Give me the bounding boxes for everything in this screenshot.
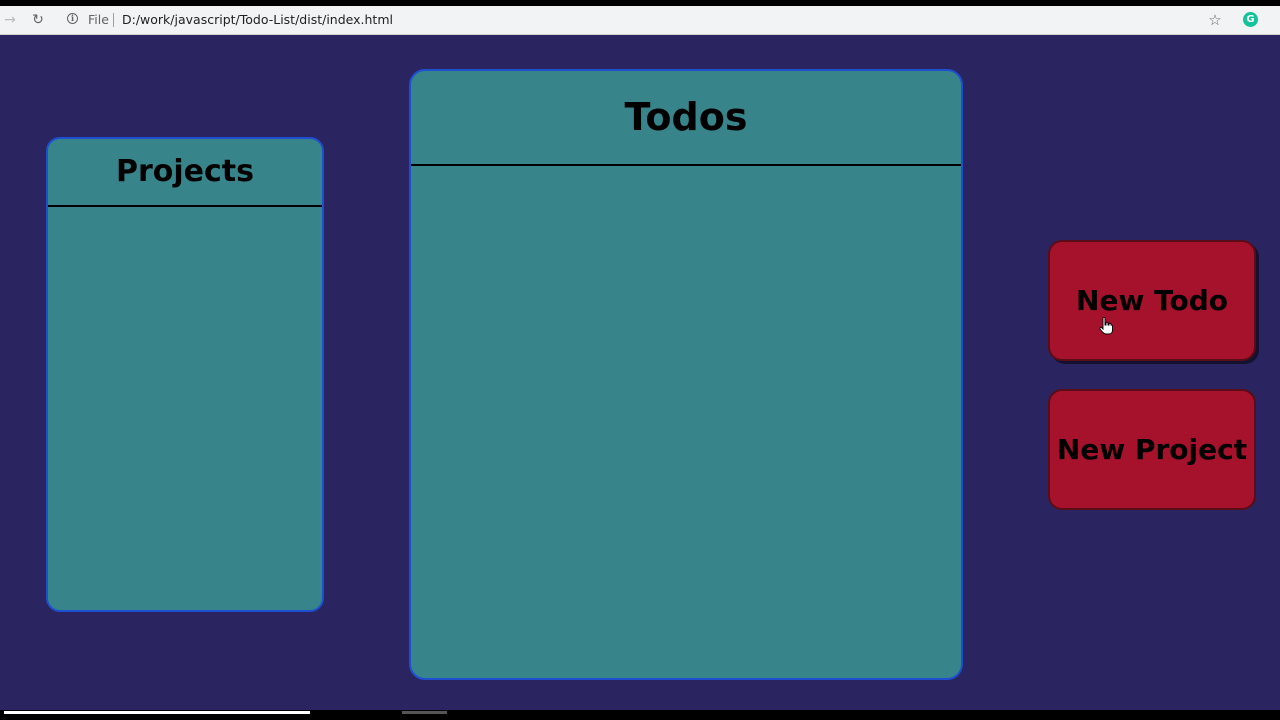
new-project-button[interactable]: New Project bbox=[1048, 389, 1256, 510]
screen: → ↻ i File D:/work/javascript/Todo-List/… bbox=[0, 0, 1280, 720]
browser-toolbar: → ↻ i File D:/work/javascript/Todo-List/… bbox=[0, 6, 1280, 35]
projects-title: Projects bbox=[48, 139, 322, 207]
info-icon[interactable]: i bbox=[67, 13, 78, 24]
address-separator bbox=[113, 13, 114, 27]
bookmark-star-icon[interactable]: ☆ bbox=[1205, 6, 1225, 34]
hand-cursor-icon bbox=[1099, 317, 1113, 335]
projects-list bbox=[48, 207, 322, 610]
video-buffer-bar bbox=[402, 711, 447, 714]
scheme-label: File bbox=[88, 12, 109, 27]
forward-icon[interactable]: → bbox=[2, 6, 18, 34]
grammarly-extension-icon[interactable]: G bbox=[1243, 12, 1258, 27]
video-progress-bar[interactable] bbox=[4, 711, 310, 714]
todos-title: Todos bbox=[411, 71, 961, 166]
projects-panel: Projects bbox=[46, 137, 324, 612]
address-bar[interactable]: D:/work/javascript/Todo-List/dist/index.… bbox=[122, 6, 393, 34]
todos-panel: Todos bbox=[409, 69, 963, 680]
reload-icon[interactable]: ↻ bbox=[28, 6, 48, 34]
todos-list bbox=[411, 166, 961, 678]
new-todo-button[interactable]: New Todo bbox=[1048, 240, 1256, 361]
